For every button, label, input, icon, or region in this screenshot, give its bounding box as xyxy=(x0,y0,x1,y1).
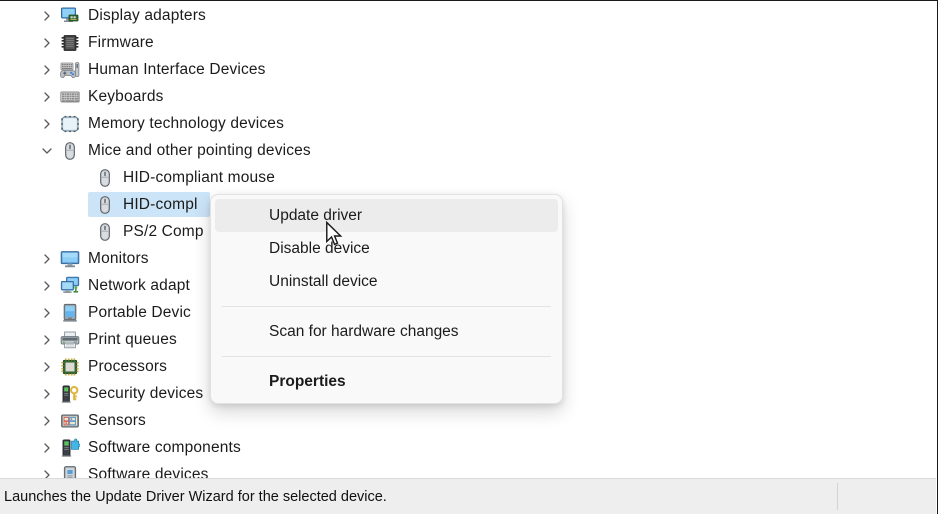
tree-item[interactable]: Display adapters xyxy=(0,2,936,29)
network-adapter-icon xyxy=(60,276,80,296)
status-bar-divider xyxy=(837,483,838,510)
processor-icon xyxy=(60,357,80,377)
chevron-right-icon[interactable] xyxy=(40,468,54,478)
menu-item[interactable]: Uninstall device xyxy=(215,265,558,298)
keyboard-icon xyxy=(60,87,80,107)
tree-item[interactable]: Memory technology devices xyxy=(0,110,936,137)
portable-device-icon xyxy=(60,303,80,323)
chevron-right-icon[interactable] xyxy=(40,333,54,347)
chevron-right-icon[interactable] xyxy=(40,117,54,131)
tree-item-label: Monitors xyxy=(88,249,149,267)
security-device-icon xyxy=(60,384,80,404)
tree-item-label: Human Interface Devices xyxy=(88,60,266,78)
memory-card-icon xyxy=(60,114,80,134)
menu-item[interactable]: Update driver xyxy=(215,199,558,232)
tree-item-label: HID-compl xyxy=(123,195,198,213)
printer-icon xyxy=(60,330,80,350)
tree-item-label: Software devices xyxy=(88,465,209,479)
chevron-right-icon[interactable] xyxy=(40,36,54,50)
chevron-right-icon[interactable] xyxy=(40,360,54,374)
chevron-right-icon[interactable] xyxy=(40,90,54,104)
status-bar: Launches the Update Driver Wizard for th… xyxy=(0,478,936,514)
tree-item-label: Keyboards xyxy=(88,87,164,105)
hid-gamepad-icon xyxy=(60,60,80,80)
tree-item-label: Portable Devic xyxy=(88,303,191,321)
chevron-right-icon[interactable] xyxy=(40,279,54,293)
status-bar-text: Launches the Update Driver Wizard for th… xyxy=(4,488,387,505)
chevron-right-icon[interactable] xyxy=(40,414,54,428)
tree-item[interactable]: Software devices xyxy=(0,461,936,478)
tree-item-label: Security devices xyxy=(88,384,204,402)
tree-item[interactable]: HID-compliant mouse xyxy=(0,164,936,191)
chevron-right-icon[interactable] xyxy=(40,252,54,266)
menu-separator xyxy=(222,306,551,307)
mouse-icon xyxy=(95,195,115,215)
chevron-down-icon[interactable] xyxy=(40,144,54,158)
tree-item-label: Sensors xyxy=(88,411,146,429)
tree-item-label: PS/2 Comp xyxy=(123,222,204,240)
tree-item-label: Mice and other pointing devices xyxy=(88,141,311,159)
software-device-icon xyxy=(60,465,80,478)
tree-item[interactable]: Mice and other pointing devices xyxy=(0,137,936,164)
chevron-right-icon[interactable] xyxy=(40,63,54,77)
chevron-right-icon[interactable] xyxy=(40,9,54,23)
sensor-icon xyxy=(60,411,80,431)
tree-item[interactable]: Keyboards xyxy=(0,83,936,110)
tree-item-label: Network adapt xyxy=(88,276,190,294)
tree-item-label: Print queues xyxy=(88,330,177,348)
device-context-menu[interactable]: Update driver Disable device Uninstall dev… xyxy=(210,194,563,404)
menu-item[interactable]: Properties xyxy=(215,365,558,398)
chevron-right-icon[interactable] xyxy=(40,306,54,320)
menu-item[interactable]: Scan for hardware changes xyxy=(215,315,558,348)
tree-item[interactable]: Software components xyxy=(0,434,936,461)
chevron-right-icon[interactable] xyxy=(40,441,54,455)
mouse-icon xyxy=(60,141,80,161)
tree-item[interactable]: Human Interface Devices xyxy=(0,56,936,83)
tree-item-label: Display adapters xyxy=(88,6,206,24)
tree-item-label: Memory technology devices xyxy=(88,114,284,132)
tree-item[interactable]: Sensors xyxy=(0,407,936,434)
device-manager-window: Display adapters Firmware Human Interfac… xyxy=(0,0,938,514)
tree-item-label: Processors xyxy=(88,357,168,375)
firmware-chip-icon xyxy=(60,33,80,53)
mouse-icon xyxy=(95,168,115,188)
monitor-icon xyxy=(60,249,80,269)
tree-item[interactable]: Firmware xyxy=(0,29,936,56)
tree-item-label: HID-compliant mouse xyxy=(123,168,275,186)
tree-item-label: Firmware xyxy=(88,33,154,51)
mouse-icon xyxy=(95,222,115,242)
menu-item[interactable]: Disable device xyxy=(215,232,558,265)
software-component-icon xyxy=(60,438,80,458)
tree-item-label: Software components xyxy=(88,438,241,456)
menu-separator xyxy=(222,356,551,357)
chevron-right-icon[interactable] xyxy=(40,387,54,401)
display-adapter-icon xyxy=(60,6,80,26)
